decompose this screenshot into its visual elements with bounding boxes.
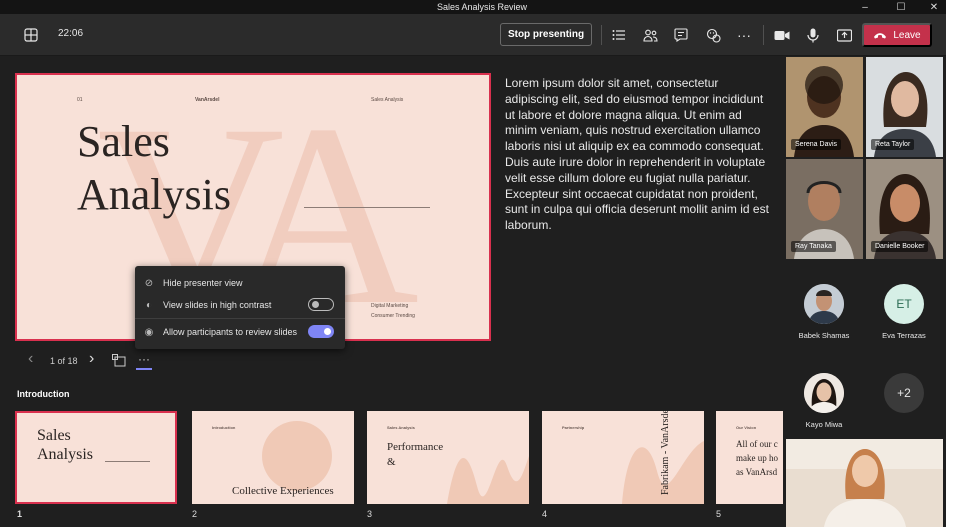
slide-sorter-icon[interactable]: [112, 354, 126, 369]
mic-icon[interactable]: [800, 14, 826, 56]
participants-panel: Serena Davis Reta Taylor Ray Tanaka Dani…: [783, 56, 946, 527]
slide-navigation: ‹ 1 of 18 › ···: [0, 350, 200, 374]
eye-icon: ◉: [144, 326, 154, 338]
thumb-heading: Our Vision: [736, 425, 757, 430]
thumb-title: Sales: [37, 427, 71, 444]
leave-label: Leave: [893, 29, 921, 41]
menu-item-high-contrast[interactable]: ◐ View slides in high contrast: [135, 294, 345, 316]
slide-footer1: Digital Marketing: [371, 303, 409, 309]
meeting-timer: 22:06: [58, 28, 84, 39]
slide-thumbnail-4[interactable]: Partnership Fabrikam - VanArsdel: [542, 411, 704, 504]
thumb-title: Performance: [387, 441, 444, 453]
thumb-number: 1: [17, 509, 23, 519]
participant-photo: [804, 284, 844, 324]
section-title: Introduction: [17, 389, 70, 399]
people-icon[interactable]: [637, 14, 663, 56]
maximize-icon[interactable]: ☐: [892, 0, 910, 14]
desktop-edge: [946, 0, 964, 527]
slide-rule: [304, 207, 430, 208]
thumb-text: make up ho: [736, 453, 778, 463]
slide-counter: 1 of 18: [50, 356, 78, 366]
minimize-icon[interactable]: –: [856, 0, 874, 14]
video-tile-serena-davis[interactable]: Serena Davis: [786, 57, 863, 157]
thumb-heading: Introduction: [212, 425, 236, 430]
thumb-wave: [447, 456, 529, 504]
react-icon[interactable]: [700, 14, 726, 56]
menu-item-hide-presenter[interactable]: ⊘ Hide presenter view: [135, 272, 345, 294]
leave-button[interactable]: Leave: [862, 23, 932, 47]
more-icon[interactable]: ···: [731, 14, 757, 56]
participant-name: Danielle Booker: [871, 241, 929, 252]
camera-icon[interactable]: [769, 14, 795, 56]
participant-name: Babek Shamas: [798, 331, 850, 340]
thumb-shape: [262, 421, 332, 491]
participant-name: Reta Taylor: [871, 139, 915, 150]
menu-item-label: View slides in high contrast: [163, 300, 272, 310]
presenter-options-menu: ⊘ Hide presenter view ◐ View slides in h…: [135, 266, 345, 349]
thumb-text: All of our c: [736, 439, 778, 449]
thumb-title: Collective Experiences: [232, 485, 334, 497]
slide-thumbnail-3[interactable]: Sales Analysis Performance &: [367, 411, 529, 504]
video-tile-danielle-booker[interactable]: Danielle Booker: [866, 159, 943, 259]
avatar-eva-terrazas[interactable]: ET: [884, 284, 924, 324]
presenter-stage: VA 01 VanArsdel Sales Analysis Sales Ana…: [0, 56, 783, 527]
thumb-title: Fabrikam - VanArsdel: [660, 411, 671, 495]
share-icon[interactable]: [831, 14, 857, 56]
contrast-icon: ◐: [145, 299, 153, 311]
participant-photo: [804, 373, 844, 413]
slide-thumbnail-2[interactable]: Introduction Collective Experiences: [192, 411, 354, 504]
toolbar-divider: [763, 25, 764, 45]
menu-item-label: Hide presenter view: [163, 278, 243, 288]
allow-review-toggle[interactable]: [308, 325, 334, 338]
hide-icon: ⊘: [144, 277, 154, 289]
next-slide-icon[interactable]: ›: [89, 350, 94, 368]
participant-name: Ray Tanaka: [791, 241, 836, 252]
toolbar-divider: [601, 25, 602, 45]
avatar-kayo-miwa[interactable]: [804, 373, 844, 413]
more-options-icon[interactable]: ···: [136, 352, 152, 370]
thumb-number: 5: [716, 509, 722, 519]
menu-item-allow-review[interactable]: ◉ Allow participants to review slides: [135, 321, 345, 343]
grid-icon[interactable]: [18, 14, 44, 56]
thumb-text: as VanArsd: [736, 467, 778, 477]
slide-title-line1: Sales: [77, 117, 170, 166]
slide-thumbnail-1[interactable]: Sales Analysis: [15, 411, 177, 504]
chat-icon[interactable]: [668, 14, 694, 56]
menu-item-label: Allow participants to review slides: [163, 327, 298, 337]
avatar-babek-shamas[interactable]: [804, 284, 844, 324]
overflow-participants-badge[interactable]: +2: [884, 373, 924, 413]
prev-slide-icon[interactable]: ‹: [28, 350, 33, 368]
self-video-tile[interactable]: [786, 439, 943, 527]
list-icon[interactable]: [606, 14, 632, 56]
slide-title-line2: Analysis: [77, 170, 231, 219]
thumb-number: 4: [542, 509, 548, 519]
stop-presenting-button[interactable]: Stop presenting: [500, 23, 592, 46]
meeting-toolbar: 22:06 Stop presenting ··· Leave: [0, 14, 946, 56]
slide-thumbnail-5[interactable]: Our Vision All of our c make up ho as Va…: [716, 411, 783, 504]
slide-footer2: Consumer Trending: [371, 313, 415, 319]
thumb-number: 3: [367, 509, 373, 519]
video-tile-reta-taylor[interactable]: Reta Taylor: [866, 57, 943, 157]
participant-photo: [786, 439, 943, 527]
window-title: Sales Analysis Review: [436, 2, 528, 12]
close-icon[interactable]: ✕: [925, 0, 943, 14]
thumb-heading: Sales Analysis: [387, 425, 415, 430]
high-contrast-toggle[interactable]: [308, 298, 334, 311]
participant-name: Kayo Miwa: [805, 420, 843, 429]
slide-brand: VanArsdel: [195, 97, 220, 103]
phone-icon: [874, 32, 887, 38]
thumb-number: 2: [192, 509, 198, 519]
participant-name: Serena Davis: [791, 139, 842, 150]
thumb-title: &: [387, 456, 396, 468]
participant-name: Eva Terrazas: [882, 331, 926, 340]
thumb-rule: [105, 461, 150, 462]
thumb-heading: Partnership: [562, 425, 585, 430]
thumb-title: Analysis: [37, 446, 93, 463]
speaker-notes: Lorem ipsum dolor sit amet, consectetur …: [505, 76, 769, 233]
menu-divider: [135, 318, 345, 319]
title-bar: Sales Analysis Review – ☐ ✕: [0, 0, 964, 14]
slide-page-label: 01: [77, 97, 83, 103]
slide-header-right: Sales Analysis: [371, 97, 404, 103]
video-tile-ray-tanaka[interactable]: Ray Tanaka: [786, 159, 863, 259]
